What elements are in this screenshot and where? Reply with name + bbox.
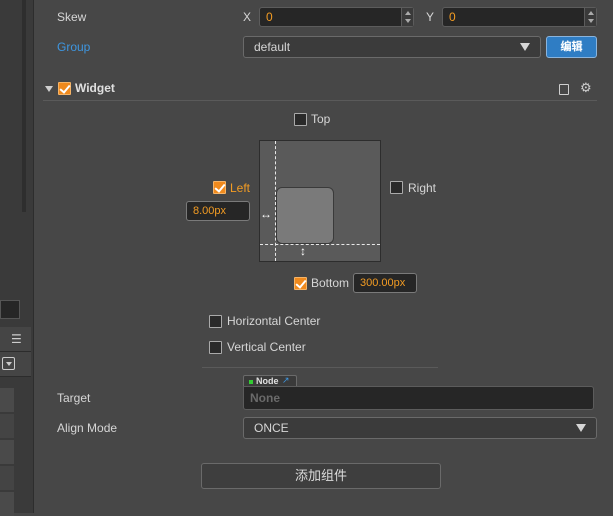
bottom-checkbox[interactable] [294, 277, 307, 290]
widget-title: Widget [75, 81, 115, 95]
target-value: None [250, 391, 280, 405]
right-label: Right [408, 181, 437, 195]
group-edit-button[interactable]: 编辑 [546, 36, 597, 58]
left-panel-menu-tab[interactable]: ☰ [0, 327, 31, 352]
dropdown-icon [2, 357, 15, 370]
external-link-icon[interactable]: ↗ [282, 375, 290, 386]
horizontal-center-label: Horizontal Center [227, 314, 321, 328]
align-mode-value: ONCE [254, 421, 289, 435]
bottom-offset-value: 300.00px [360, 277, 406, 289]
skew-y-input[interactable]: 0 [442, 7, 597, 27]
center-divider [202, 367, 438, 368]
list-item[interactable] [0, 466, 14, 490]
skew-x-stepper[interactable] [401, 8, 413, 26]
chevron-down-icon [576, 424, 586, 432]
bottom-offset-input[interactable]: 300.00px [353, 273, 417, 293]
alignment-diagram: ↔ ↕ [259, 140, 381, 262]
bottom-label: Bottom [311, 276, 350, 290]
left-offset-input[interactable]: 8.00px [186, 201, 250, 221]
collapse-triangle-icon[interactable] [45, 86, 53, 92]
list-item[interactable] [0, 440, 14, 464]
left-checkbox[interactable] [213, 181, 226, 194]
widget-header-divider [43, 100, 597, 101]
skew-x-label: X [243, 10, 252, 24]
align-mode-select[interactable]: ONCE [243, 417, 597, 439]
left-offset-value: 8.00px [193, 205, 227, 217]
align-mode-label: Align Mode [57, 421, 118, 435]
right-checkbox[interactable] [390, 181, 403, 194]
list-item[interactable] [0, 388, 14, 412]
group-select[interactable]: default [243, 36, 541, 58]
widget-node-box [276, 187, 334, 244]
target-label: Target [57, 391, 91, 405]
left-panel-strip: ☰ [0, 0, 33, 516]
widget-enable-checkbox[interactable] [58, 82, 71, 95]
left-panel-scrollbar[interactable] [22, 0, 26, 212]
add-component-button[interactable]: 添加组件 [201, 463, 441, 489]
top-checkbox[interactable] [294, 113, 307, 126]
left-panel-input[interactable] [0, 300, 20, 319]
book-icon[interactable] [559, 84, 569, 95]
list-item[interactable] [0, 492, 14, 516]
chevron-down-icon [520, 43, 530, 51]
horizontal-arrow-icon: ↔ [260, 207, 272, 221]
node-type-icon [249, 380, 253, 384]
skew-y-value: 0 [449, 10, 456, 24]
vertical-center-label: Vertical Center [227, 340, 306, 354]
bottom-guide-line [260, 244, 380, 245]
skew-label: Skew [57, 10, 87, 24]
skew-x-value: 0 [266, 10, 273, 24]
skew-y-stepper[interactable] [584, 8, 596, 26]
top-label: Top [311, 112, 331, 126]
vertical-center-checkbox[interactable] [209, 341, 222, 354]
skew-x-input[interactable]: 0 [259, 7, 414, 27]
left-panel-dropdown-tab[interactable] [0, 352, 31, 377]
target-node-field[interactable]: None [243, 386, 594, 410]
list-item[interactable] [0, 414, 14, 438]
gear-icon[interactable]: ⚙ [580, 80, 592, 96]
group-value: default [254, 40, 291, 54]
left-label: Left [230, 181, 251, 195]
vertical-arrow-icon: ↕ [300, 244, 306, 258]
group-label[interactable]: Group [57, 40, 90, 54]
panel-divider [33, 0, 34, 513]
menu-icon: ☰ [11, 332, 22, 346]
skew-y-label: Y [426, 10, 435, 24]
horizontal-center-checkbox[interactable] [209, 315, 222, 328]
